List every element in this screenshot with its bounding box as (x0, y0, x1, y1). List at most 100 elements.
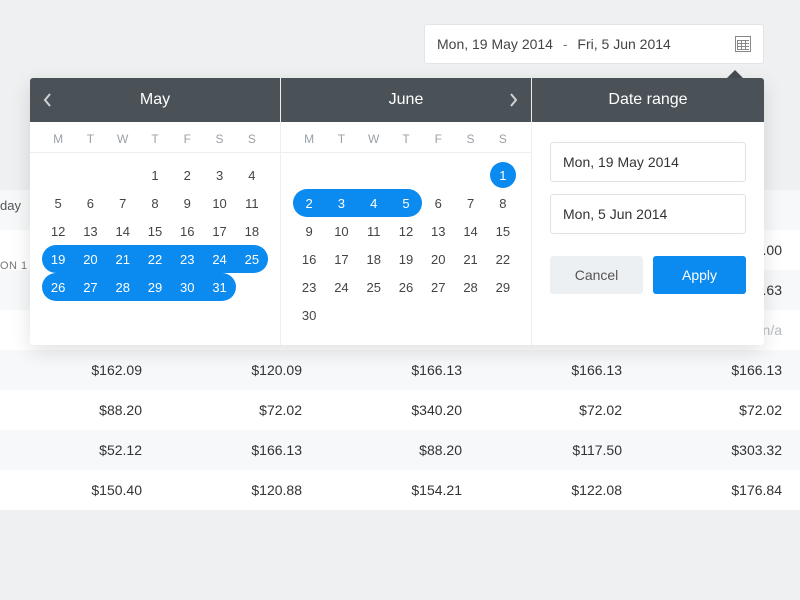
day-cell[interactable]: 5 (42, 189, 74, 217)
day-cell[interactable]: 24 (325, 273, 357, 301)
day-cell[interactable]: 24 (203, 245, 235, 273)
day-cell[interactable]: 14 (107, 217, 139, 245)
day-cell[interactable]: 3 (325, 189, 357, 217)
day-cell[interactable]: 20 (422, 245, 454, 273)
dow-row-right: MTWTFSS (281, 122, 531, 153)
day-cell[interactable]: 4 (358, 189, 390, 217)
day-cell[interactable]: 7 (454, 189, 486, 217)
day-cell[interactable]: 5 (390, 189, 422, 217)
day-cell[interactable]: 9 (293, 217, 325, 245)
day-cell[interactable]: 16 (293, 245, 325, 273)
day-cell[interactable]: 19 (42, 245, 74, 273)
table-cell: $72.02 (480, 390, 640, 430)
day-cell[interactable]: 4 (236, 161, 268, 189)
day-cell[interactable]: 11 (236, 189, 268, 217)
days-grid-right: 1234567891011121314151617181920212223242… (281, 153, 531, 345)
day-cell[interactable]: 23 (293, 273, 325, 301)
day-cell[interactable]: 21 (454, 245, 486, 273)
table-cell: $122.08 (480, 470, 640, 510)
day-cell[interactable]: 28 (454, 273, 486, 301)
day-cell[interactable]: 20 (74, 245, 106, 273)
table-cell: $340.20 (320, 390, 480, 430)
day-cell[interactable]: 17 (325, 245, 357, 273)
month-right-title: June (389, 91, 424, 109)
apply-button[interactable]: Apply (653, 256, 746, 294)
day-cell[interactable]: 30 (171, 273, 203, 301)
week-row: 9101112131415 (293, 217, 519, 245)
table-cell: $88.20 (0, 390, 160, 430)
day-cell[interactable]: 25 (236, 245, 268, 273)
days-grid-left: 1234567891011121314151617181920212223242… (30, 153, 280, 317)
day-cell[interactable]: 22 (487, 245, 519, 273)
day-cell[interactable]: 18 (236, 217, 268, 245)
day-cell[interactable]: 31 (203, 273, 235, 301)
day-cell[interactable]: 8 (487, 189, 519, 217)
day-cell[interactable]: 10 (325, 217, 357, 245)
dow-label: S (487, 132, 519, 146)
day-cell[interactable]: 28 (107, 273, 139, 301)
day-cell[interactable]: 30 (293, 301, 325, 329)
dow-label: T (139, 132, 171, 146)
table-cell: $88.20 (320, 430, 480, 470)
table-cell: $303.32 (640, 430, 800, 470)
week-row: 1234 (42, 161, 268, 189)
table-cell: $162.09 (0, 350, 160, 390)
dow-row-left: MTWTFSS (30, 122, 280, 153)
day-cell[interactable]: 6 (74, 189, 106, 217)
month-right-header: June (281, 78, 531, 122)
range-to-input[interactable] (550, 194, 746, 234)
day-cell[interactable]: 17 (203, 217, 235, 245)
day-cell[interactable]: 16 (171, 217, 203, 245)
day-cell[interactable]: 19 (390, 245, 422, 273)
table-cell: $150.40 (0, 470, 160, 510)
table-row: $88.20$72.02$340.20$72.02$72.02 (0, 390, 800, 430)
day-cell[interactable]: 27 (422, 273, 454, 301)
table-row: $52.12$166.13$88.20$117.50$303.32 (0, 430, 800, 470)
day-cell[interactable]: 3 (203, 161, 235, 189)
date-range-trigger[interactable]: Mon, 19 May 2014 - Fri, 5 Jun 2014 (424, 24, 764, 64)
dow-label: T (390, 132, 422, 146)
dow-label: T (325, 132, 357, 146)
day-cell[interactable]: 26 (390, 273, 422, 301)
day-cell[interactable]: 23 (171, 245, 203, 273)
table-cell: $166.13 (640, 350, 800, 390)
day-cell[interactable]: 18 (358, 245, 390, 273)
day-cell[interactable]: 1 (490, 162, 516, 188)
day-cell[interactable]: 7 (107, 189, 139, 217)
day-cell[interactable]: 25 (358, 273, 390, 301)
day-cell[interactable]: 12 (390, 217, 422, 245)
day-cell[interactable]: 22 (139, 245, 171, 273)
day-cell[interactable]: 12 (42, 217, 74, 245)
table-cell: $154.21 (320, 470, 480, 510)
day-cell[interactable]: 15 (487, 217, 519, 245)
day-cell[interactable]: 21 (107, 245, 139, 273)
day-cell[interactable]: 15 (139, 217, 171, 245)
next-month-button[interactable] (495, 78, 531, 122)
day-cell[interactable]: 13 (422, 217, 454, 245)
day-cell[interactable]: 2 (171, 161, 203, 189)
day-cell[interactable]: 6 (422, 189, 454, 217)
range-from-input[interactable] (550, 142, 746, 182)
sidebar-label: day (0, 198, 21, 213)
day-cell[interactable]: 11 (358, 217, 390, 245)
table-cell: $166.13 (320, 350, 480, 390)
day-cell[interactable]: 29 (487, 273, 519, 301)
day-cell[interactable]: 14 (454, 217, 486, 245)
month-left-header: May (30, 78, 280, 122)
day-cell[interactable]: 8 (139, 189, 171, 217)
day-cell[interactable]: 1 (139, 161, 171, 189)
day-cell[interactable]: 2 (293, 189, 325, 217)
day-cell[interactable]: 9 (171, 189, 203, 217)
prev-month-button[interactable] (30, 78, 66, 122)
dow-label: W (107, 132, 139, 146)
day-cell[interactable]: 29 (139, 273, 171, 301)
table-cell: $120.88 (160, 470, 320, 510)
day-cell[interactable]: 13 (74, 217, 106, 245)
day-cell[interactable]: 27 (74, 273, 106, 301)
table-cell: $72.02 (640, 390, 800, 430)
table-cell: $52.12 (0, 430, 160, 470)
day-cell[interactable]: 26 (42, 273, 74, 301)
cancel-button[interactable]: Cancel (550, 256, 643, 294)
day-cell[interactable]: 10 (203, 189, 235, 217)
dow-label: T (74, 132, 106, 146)
